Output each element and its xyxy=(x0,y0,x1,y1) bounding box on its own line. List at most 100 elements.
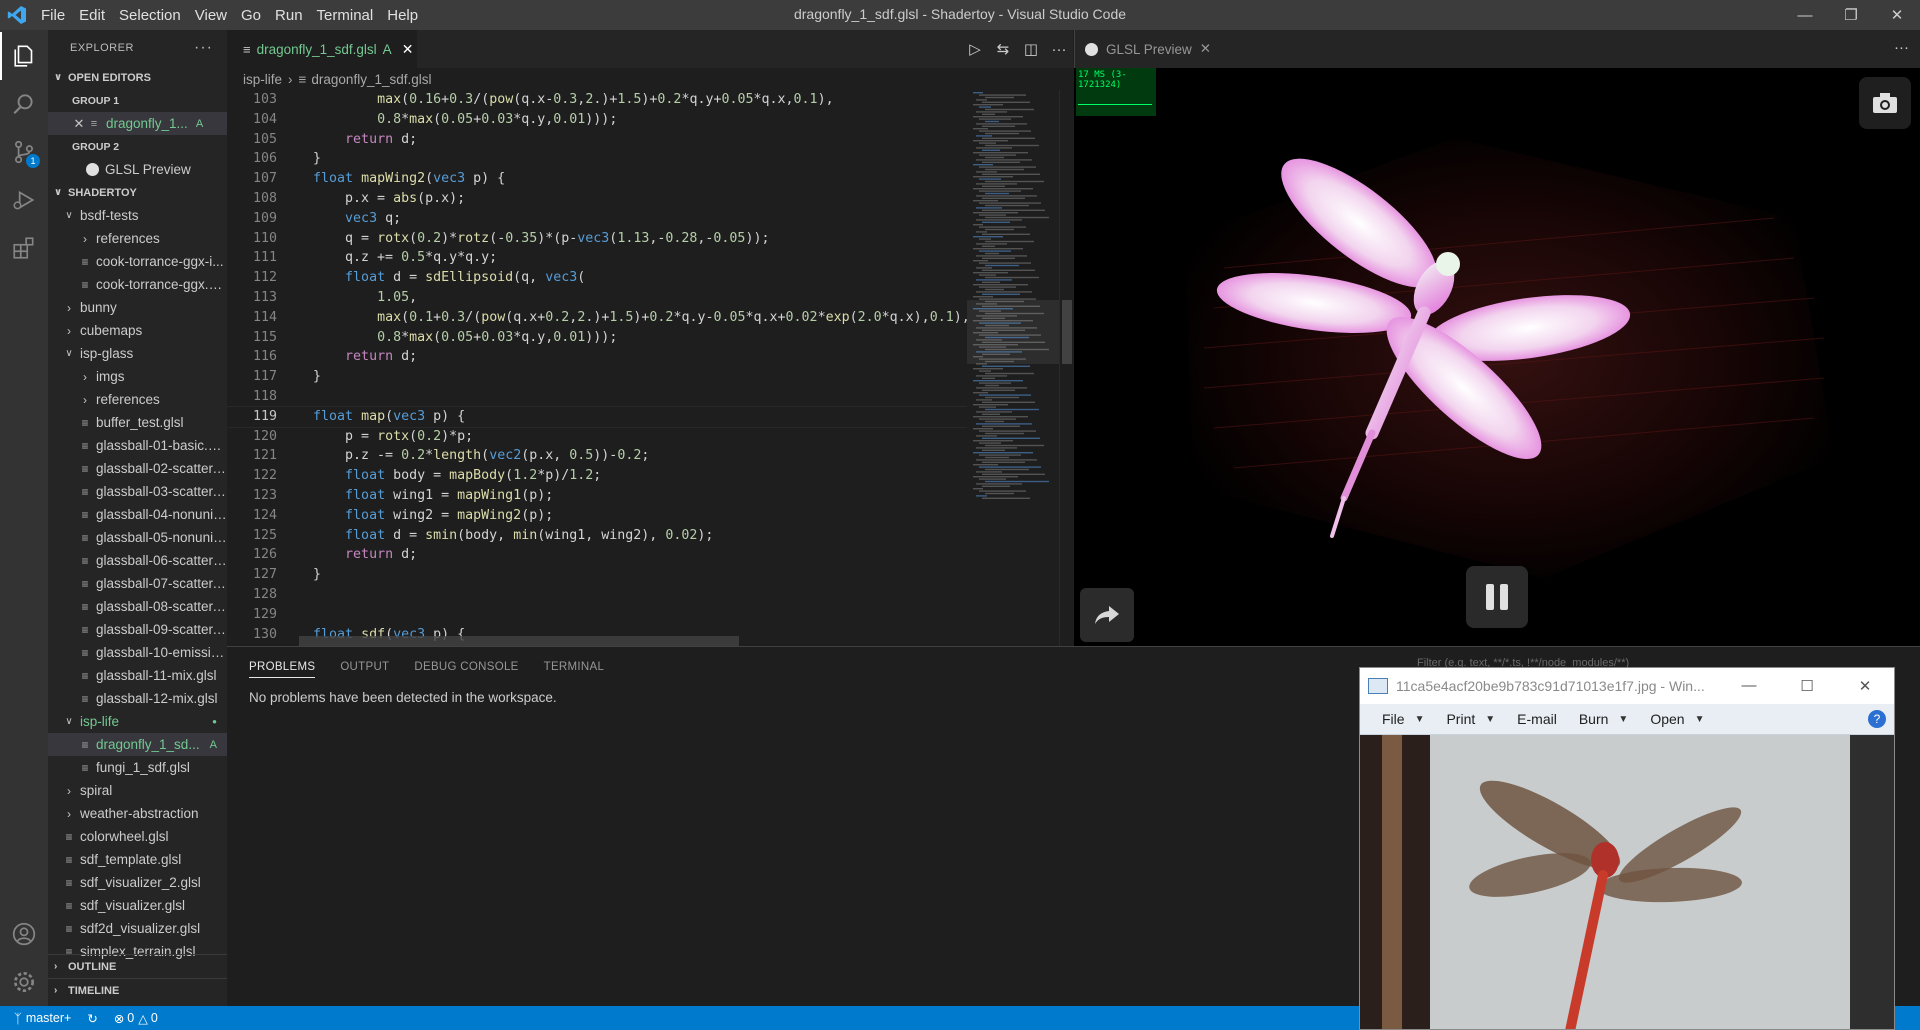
split-editor-icon[interactable]: ◫ xyxy=(1017,40,1045,58)
glsl-preview-canvas[interactable] xyxy=(1074,68,1920,646)
code-line[interactable]: 115 0.8*max(0.05+0.03*q.y,0.01))); xyxy=(227,328,967,348)
tree-file[interactable]: ≡ sdf2d_visualizer.glsl xyxy=(48,917,227,940)
tree-folder[interactable]: ∨ isp-glass xyxy=(48,342,227,365)
tree-folder[interactable]: › spiral xyxy=(48,779,227,802)
menu-edit[interactable]: Edit xyxy=(72,7,112,24)
run-debug-icon[interactable] xyxy=(0,176,48,224)
tree-file[interactable]: ≡ glassball-10-emissio... xyxy=(48,641,227,664)
menu-run[interactable]: Run xyxy=(268,7,310,24)
code-line[interactable]: 120 p = rotx(0.2)*p; xyxy=(227,427,967,447)
share-button[interactable] xyxy=(1080,588,1134,642)
panel-tab-debug-console[interactable]: DEBUG CONSOLE xyxy=(414,661,518,678)
code-line[interactable]: 121 p.z -= 0.2*length(vec2(p.x, 0.5))-0.… xyxy=(227,446,967,466)
close-window-button[interactable]: ✕ xyxy=(1874,0,1920,30)
tree-folder[interactable]: › imgs xyxy=(48,365,227,388)
tree-file[interactable]: ≡ fungi_1_sdf.glsl xyxy=(48,756,227,779)
code-line[interactable]: 110 q = rotx(0.2)*rotz(-0.35)*(p-vec3(1.… xyxy=(227,229,967,249)
code-line[interactable]: 106 } xyxy=(227,149,967,169)
menu-go[interactable]: Go xyxy=(234,7,268,24)
code-line[interactable]: 117 } xyxy=(227,367,967,387)
menu-help[interactable]: Help xyxy=(380,7,425,24)
dropdown-caret-icon[interactable]: ▼ xyxy=(1415,714,1425,725)
tree-file[interactable]: ≡ glassball-02-scatter.... xyxy=(48,457,227,480)
search-icon[interactable] xyxy=(0,80,48,128)
compare-icon[interactable]: ⇆ xyxy=(989,40,1017,58)
code-line[interactable]: 129 xyxy=(227,605,967,625)
code-line[interactable]: 111 q.z += 0.5*q.y*q.y; xyxy=(227,248,967,268)
menu-view[interactable]: View xyxy=(188,7,234,24)
tree-folder[interactable]: › references xyxy=(48,227,227,250)
close-tab-icon[interactable]: ✕ xyxy=(402,41,414,58)
extensions-icon[interactable] xyxy=(0,224,48,272)
more-actions-icon[interactable]: ··· xyxy=(1045,41,1073,58)
error-count[interactable]: 0 xyxy=(127,1011,134,1025)
explorer-icon[interactable] xyxy=(0,32,48,80)
panel-tab-terminal[interactable]: TERMINAL xyxy=(544,661,605,678)
close-icon[interactable]: ✕ xyxy=(72,116,86,132)
code-line[interactable]: 104 0.8*max(0.05+0.03*q.y,0.01))); xyxy=(227,110,967,130)
tree-file[interactable]: ≡ sdf_visualizer.glsl xyxy=(48,894,227,917)
photo-menu-print[interactable]: Print xyxy=(1446,711,1475,727)
outline-section[interactable]: › OUTLINE xyxy=(48,954,227,978)
code-line[interactable]: 128 xyxy=(227,585,967,605)
breadcrumb-file[interactable]: dragonfly_1_sdf.glsl xyxy=(311,72,431,87)
menu-selection[interactable]: Selection xyxy=(112,7,188,24)
open-editor-dragonfly[interactable]: ✕ ≡ dragonfly_1... A xyxy=(48,112,227,135)
tree-file[interactable]: ≡ sdf_visualizer_2.glsl xyxy=(48,871,227,894)
code-line[interactable]: 127 } xyxy=(227,565,967,585)
code-line[interactable]: 124 float wing2 = mapWing2(p); xyxy=(227,506,967,526)
tree-folder[interactable]: › weather-abstraction xyxy=(48,802,227,825)
photo-menu-e-mail[interactable]: E-mail xyxy=(1517,711,1557,727)
tree-folder[interactable]: › bunny xyxy=(48,296,227,319)
workspace-section[interactable]: ∨ SHADERTOY xyxy=(48,181,227,204)
pause-button[interactable] xyxy=(1466,566,1528,628)
photo-menu-file[interactable]: File xyxy=(1382,711,1405,727)
minimize-button[interactable]: — xyxy=(1720,677,1778,695)
tree-file[interactable]: ≡ cook-torrance-ggx.g... xyxy=(48,273,227,296)
code-line[interactable]: 112 float d = sdEllipsoid(q, vec3( xyxy=(227,268,967,288)
code-line[interactable]: 126 return d; xyxy=(227,545,967,565)
code-line[interactable]: 122 float body = mapBody(1.2*p)/1.2; xyxy=(227,466,967,486)
tree-file[interactable]: ≡ glassball-11-mix.glsl xyxy=(48,664,227,687)
timeline-section[interactable]: › TIMELINE xyxy=(48,978,227,1002)
code-line[interactable]: 113 1.05, xyxy=(227,288,967,308)
code-line[interactable]: 105 return d; xyxy=(227,130,967,150)
dropdown-caret-icon[interactable]: ▼ xyxy=(1485,714,1495,725)
open-editor-glsl-preview[interactable]: GLSL Preview xyxy=(48,158,227,181)
screenshot-button[interactable] xyxy=(1859,77,1911,129)
code-line[interactable]: 109 vec3 q; xyxy=(227,209,967,229)
code-line[interactable]: 108 p.x = abs(p.x); xyxy=(227,189,967,209)
code-line[interactable]: 114 max(0.1+0.3/(pow(q.x+0.2,2.)+1.5)+0.… xyxy=(227,308,967,328)
breadcrumb-folder[interactable]: isp-life xyxy=(243,72,282,87)
warning-count[interactable]: 0 xyxy=(151,1011,158,1025)
tree-file[interactable]: ≡ glassball-09-scatter.... xyxy=(48,618,227,641)
code-line[interactable]: 119 float map(vec3 p) { xyxy=(227,405,967,428)
tree-file[interactable]: ≡ sdf_template.glsl xyxy=(48,848,227,871)
code-line[interactable]: 103 max(0.16+0.3/(pow(q.x-0.3,2.)+1.5)+0… xyxy=(227,90,967,110)
tree-file[interactable]: ≡ cook-torrance-ggx-i... xyxy=(48,250,227,273)
tree-file[interactable]: ≡ colorwheel.glsl xyxy=(48,825,227,848)
close-tab-icon[interactable]: ✕ xyxy=(1200,41,1211,57)
dropdown-caret-icon[interactable]: ▼ xyxy=(1695,714,1705,725)
menu-file[interactable]: File xyxy=(34,7,72,24)
code-line[interactable]: 125 float d = smin(body, min(wing1, wing… xyxy=(227,526,967,546)
panel-tab-output[interactable]: OUTPUT xyxy=(340,661,389,678)
code-editor[interactable]: 103 max(0.16+0.3/(pow(q.x-0.3,2.)+1.5)+0… xyxy=(227,90,967,646)
code-line[interactable]: 116 return d; xyxy=(227,347,967,367)
restore-button[interactable]: ❐ xyxy=(1828,0,1874,30)
maximize-button[interactable]: ☐ xyxy=(1778,677,1836,695)
code-line[interactable]: 107 float mapWing2(vec3 p) { xyxy=(227,169,967,189)
source-control-icon[interactable]: 1 xyxy=(0,128,48,176)
open-editors-section[interactable]: ∨ OPEN EDITORS xyxy=(48,66,227,89)
settings-gear-icon[interactable] xyxy=(0,958,48,1006)
tree-file[interactable]: ≡ glassball-12-mix.glsl xyxy=(48,687,227,710)
tree-folder[interactable]: › references xyxy=(48,388,227,411)
branch-label[interactable]: master+ xyxy=(26,1011,72,1025)
code-line[interactable]: 118 xyxy=(227,387,967,407)
close-window-button[interactable]: ✕ xyxy=(1836,677,1894,695)
tree-file[interactable]: ≡ glassball-08-scatter.... xyxy=(48,595,227,618)
account-icon[interactable] xyxy=(0,910,48,958)
more-actions-icon[interactable]: ··· xyxy=(1894,39,1909,56)
minimize-button[interactable]: — xyxy=(1782,0,1828,30)
menu-terminal[interactable]: Terminal xyxy=(310,7,381,24)
